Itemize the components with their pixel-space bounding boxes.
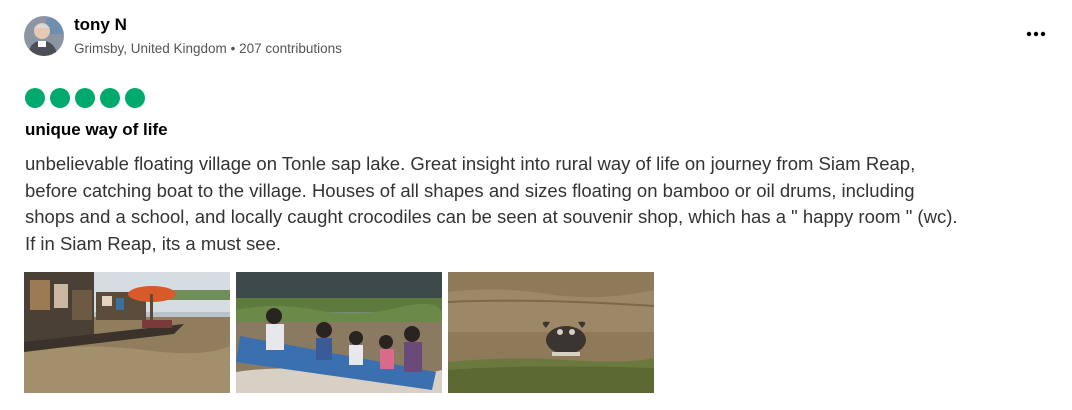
rating-bubble (25, 88, 45, 108)
review-photo-children-boat[interactable] (236, 272, 442, 393)
more-horizontal-icon (1026, 31, 1046, 37)
review-body: unbelievable floating village on Tonle s… (25, 151, 1065, 257)
avatar[interactable] (24, 16, 64, 56)
author-location: Grimsby, United Kingdom (74, 41, 227, 56)
rating-bubble (100, 88, 120, 108)
author-name[interactable]: tony N (74, 15, 127, 35)
review-card: tony N Grimsby, United Kingdom • 207 con… (0, 0, 1072, 410)
review-body-line: If in Siam Reap, its a must see. (25, 232, 282, 254)
review-photo-water-buffalo[interactable] (448, 272, 654, 393)
review-title[interactable]: unique way of life (25, 119, 168, 141)
review-body-line: shops and a school, and locally caught c… (25, 206, 958, 227)
rating-bubbles (25, 88, 145, 108)
author-contributions[interactable]: 207 contributions (239, 41, 342, 56)
review-photo-floating-market[interactable] (24, 272, 230, 393)
meta-separator: • (230, 41, 236, 56)
review-photos (24, 272, 654, 393)
review-body-line: unbelievable floating village on Tonle s… (25, 153, 916, 174)
more-options-button[interactable] (1018, 20, 1054, 48)
review-body-line: before catching boat to the village. Hou… (25, 179, 915, 201)
rating-bubble (50, 88, 70, 108)
rating-bubble (125, 88, 145, 108)
author-meta: Grimsby, United Kingdom • 207 contributi… (74, 40, 342, 58)
rating-bubble (75, 88, 95, 108)
